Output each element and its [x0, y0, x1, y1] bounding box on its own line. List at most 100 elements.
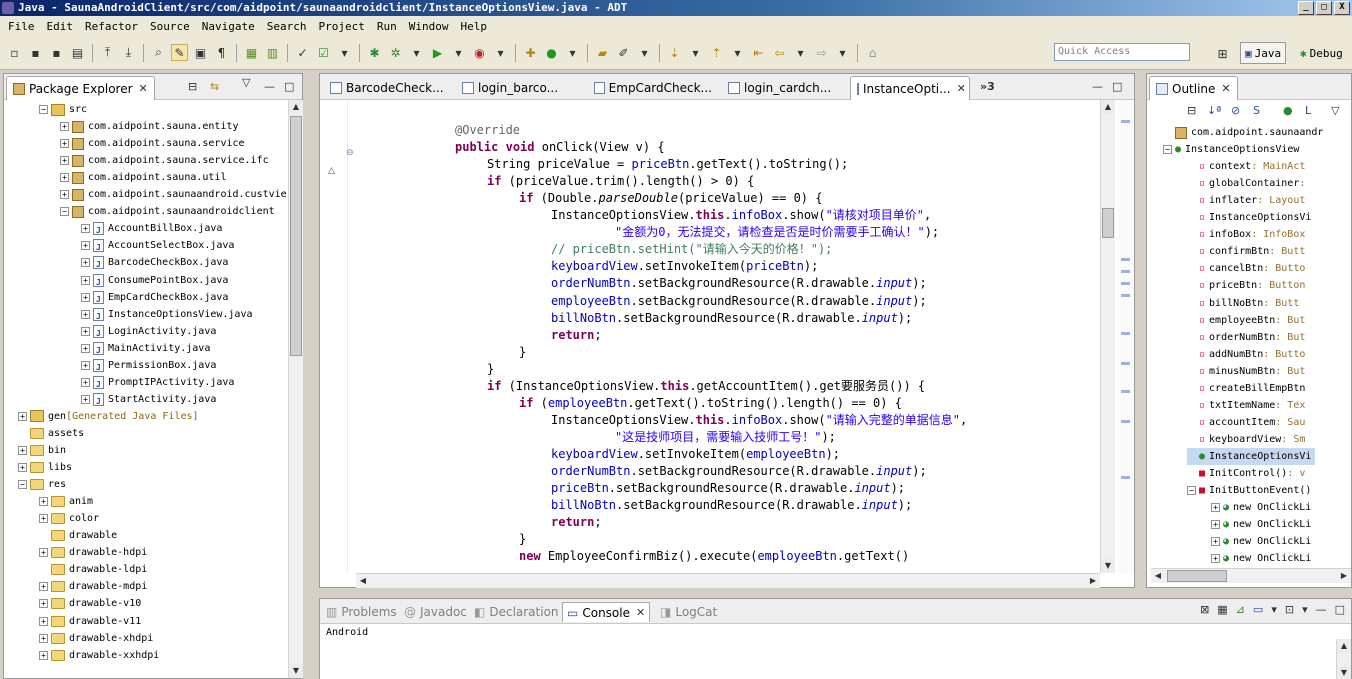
outline-item[interactable]: ▫ cancelBtn : Butto — [1187, 260, 1305, 277]
tab-declaration[interactable]: ◧ Declaration — [474, 602, 559, 622]
block-select-icon[interactable]: ▣ — [192, 44, 209, 61]
minimize-view-icon[interactable]: — — [264, 80, 275, 93]
menu-file[interactable]: File — [2, 20, 41, 33]
expand-toggle-icon[interactable]: + — [60, 190, 69, 200]
expand-toggle-icon[interactable]: + — [39, 497, 48, 507]
outline-item[interactable]: ■ InitControl() : v — [1187, 465, 1305, 482]
bug-icon[interactable]: ✱ — [366, 44, 383, 61]
expand-toggle-icon[interactable]: + — [81, 377, 90, 387]
expand-toggle-icon[interactable]: + — [39, 616, 48, 626]
dropdown-icon[interactable]: ▾ — [1271, 603, 1277, 616]
tree-item[interactable]: + drawable-mdpi — [39, 578, 147, 595]
outline-item[interactable]: ▫ orderNumBtn : But — [1187, 329, 1305, 346]
console-scrollbar[interactable]: ▲ ▼ — [1336, 639, 1351, 679]
task-icon[interactable]: ☑ — [315, 44, 332, 61]
pin-editor-icon[interactable]: ⌂ — [864, 44, 881, 61]
outline-item[interactable]: ▫ priceBtn : Button — [1187, 277, 1305, 294]
expand-toggle-icon[interactable]: + — [81, 224, 90, 234]
pin-console-icon[interactable]: ⊿ — [1236, 603, 1245, 616]
tree-item[interactable]: + EmpCardCheckBox.java — [81, 289, 228, 308]
tree-item[interactable]: + LoginActivity.java — [81, 323, 216, 342]
occurrence-marker[interactable] — [1121, 270, 1130, 273]
outline-item[interactable]: ▫ addNumBtn : Butto — [1187, 346, 1305, 363]
menu-run[interactable]: Run — [371, 20, 403, 33]
collapse-toggle-icon[interactable]: − — [18, 480, 27, 490]
maximize-view-icon[interactable]: □ — [284, 80, 294, 93]
scroll-left-arrow-icon[interactable]: ◀ — [356, 574, 370, 588]
editor-tab[interactable]: BarcodeCheck... — [324, 76, 452, 100]
open-type-icon[interactable]: ▰ — [594, 44, 611, 61]
tree-item[interactable]: + AccountSelectBox.java — [81, 237, 234, 256]
menu-help[interactable]: Help — [454, 20, 493, 33]
tab-outline[interactable]: Outline ✕ — [1149, 76, 1238, 100]
expand-toggle-icon[interactable]: + — [18, 411, 27, 421]
dropdown-icon[interactable]: ▾ — [1302, 603, 1308, 616]
expand-toggle-icon[interactable]: + — [60, 139, 69, 149]
link-with-editor-icon[interactable]: ⇆ — [210, 80, 219, 93]
scroll-up-arrow-icon[interactable]: ▲ — [1101, 100, 1115, 114]
tree-item[interactable]: + MainActivity.java — [81, 340, 210, 359]
tree-item[interactable]: + color — [39, 510, 99, 527]
editor-tab[interactable]: EmpCardCheck... — [588, 76, 718, 100]
occurrence-marker[interactable] — [1121, 294, 1130, 297]
outline-item[interactable]: ▫ context : MainAct — [1187, 158, 1305, 175]
expand-toggle-icon[interactable]: + — [81, 292, 90, 302]
dropdown-icon[interactable]: ▾ — [834, 44, 851, 61]
scroll-up-arrow-icon[interactable]: ▲ — [1337, 639, 1351, 653]
menu-refactor[interactable]: Refactor — [79, 20, 144, 33]
print-icon[interactable]: ▤ — [69, 44, 86, 61]
outline-item[interactable]: ▫ accountItem : Sau — [1187, 414, 1305, 431]
expand-toggle-icon[interactable]: + — [39, 599, 48, 609]
open-task-icon[interactable]: ✐ — [615, 44, 632, 61]
hide-non-public-icon[interactable]: ● — [1283, 104, 1293, 117]
expand-toggle-icon[interactable]: + — [39, 548, 48, 558]
menu-search[interactable]: Search — [261, 20, 313, 33]
tree-item[interactable]: + PermissionBox.java — [81, 357, 216, 376]
tree-item[interactable]: + anim — [39, 493, 93, 510]
minimize-view-icon[interactable]: — — [1316, 603, 1327, 616]
expand-toggle-icon[interactable]: + — [18, 446, 27, 455]
outline-item[interactable]: ▫ globalContainer : — [1187, 175, 1305, 192]
dropdown-icon[interactable]: ▾ — [792, 44, 809, 61]
debug-icon[interactable]: ✲ — [387, 44, 404, 61]
menu-edit[interactable]: Edit — [41, 20, 80, 33]
dropdown-icon[interactable]: ▾ — [687, 44, 704, 61]
expand-toggle-icon[interactable]: + — [60, 122, 69, 132]
collapse-toggle-icon[interactable]: − — [1187, 486, 1196, 496]
outline-item[interactable]: ▫ InstanceOptionsVi — [1187, 209, 1311, 226]
tree-item[interactable]: drawable — [39, 527, 117, 544]
run-external-icon[interactable]: ◉ — [471, 44, 488, 61]
editor-tab[interactable]: login_barco... — [456, 76, 584, 100]
expand-toggle-icon[interactable]: + — [39, 582, 48, 592]
tree-item[interactable]: drawable-ldpi — [39, 561, 147, 578]
back-icon[interactable]: ⇦ — [771, 44, 788, 61]
outline-item[interactable]: ▫ confirmBtn : Butt — [1187, 243, 1305, 260]
expand-toggle-icon[interactable]: + — [39, 514, 48, 524]
last-edit-icon[interactable]: ⇤ — [750, 44, 767, 61]
tree-item[interactable]: + PromptIPActivity.java — [81, 374, 234, 393]
dropdown-icon[interactable]: ▾ — [564, 44, 581, 61]
editor-horizontal-scrollbar[interactable]: ◀ ▶ — [356, 573, 1100, 588]
tree-item[interactable]: + StartActivity.java — [81, 391, 216, 410]
minimize-button[interactable]: _ — [1298, 1, 1314, 15]
hide-fields-icon[interactable]: ⊘ — [1231, 104, 1240, 117]
tree-item[interactable]: + InstanceOptionsView.java — [81, 306, 253, 325]
outline-item[interactable]: − ■ InitButtonEvent() — [1187, 482, 1311, 499]
expand-toggle-icon[interactable]: + — [81, 360, 90, 370]
tree-item[interactable]: + bin — [18, 442, 66, 459]
occurrence-marker[interactable] — [1121, 362, 1130, 365]
outline-item[interactable]: ▫ inflater : Layout — [1187, 192, 1305, 209]
sort-icon[interactable]: ↓ª — [1207, 104, 1221, 117]
expand-toggle-icon[interactable]: + — [1211, 537, 1220, 547]
occurrence-marker[interactable] — [1121, 258, 1130, 261]
tree-item[interactable]: + drawable-v10 — [39, 595, 141, 612]
open-perspective-icon[interactable]: ⊞ — [1214, 45, 1231, 62]
dropdown-icon[interactable]: ▾ — [729, 44, 746, 61]
tab-javadoc[interactable]: @ Javadoc — [404, 602, 467, 622]
outline-item[interactable]: ● InstanceOptionsVi — [1187, 447, 1316, 465]
hide-static-icon[interactable]: S — [1253, 104, 1260, 117]
scroll-right-arrow-icon[interactable]: ▶ — [1337, 569, 1351, 583]
avd-manager-icon[interactable]: ▥ — [264, 44, 281, 61]
expand-toggle-icon[interactable]: + — [39, 650, 48, 660]
expand-toggle-icon[interactable]: + — [60, 173, 69, 183]
